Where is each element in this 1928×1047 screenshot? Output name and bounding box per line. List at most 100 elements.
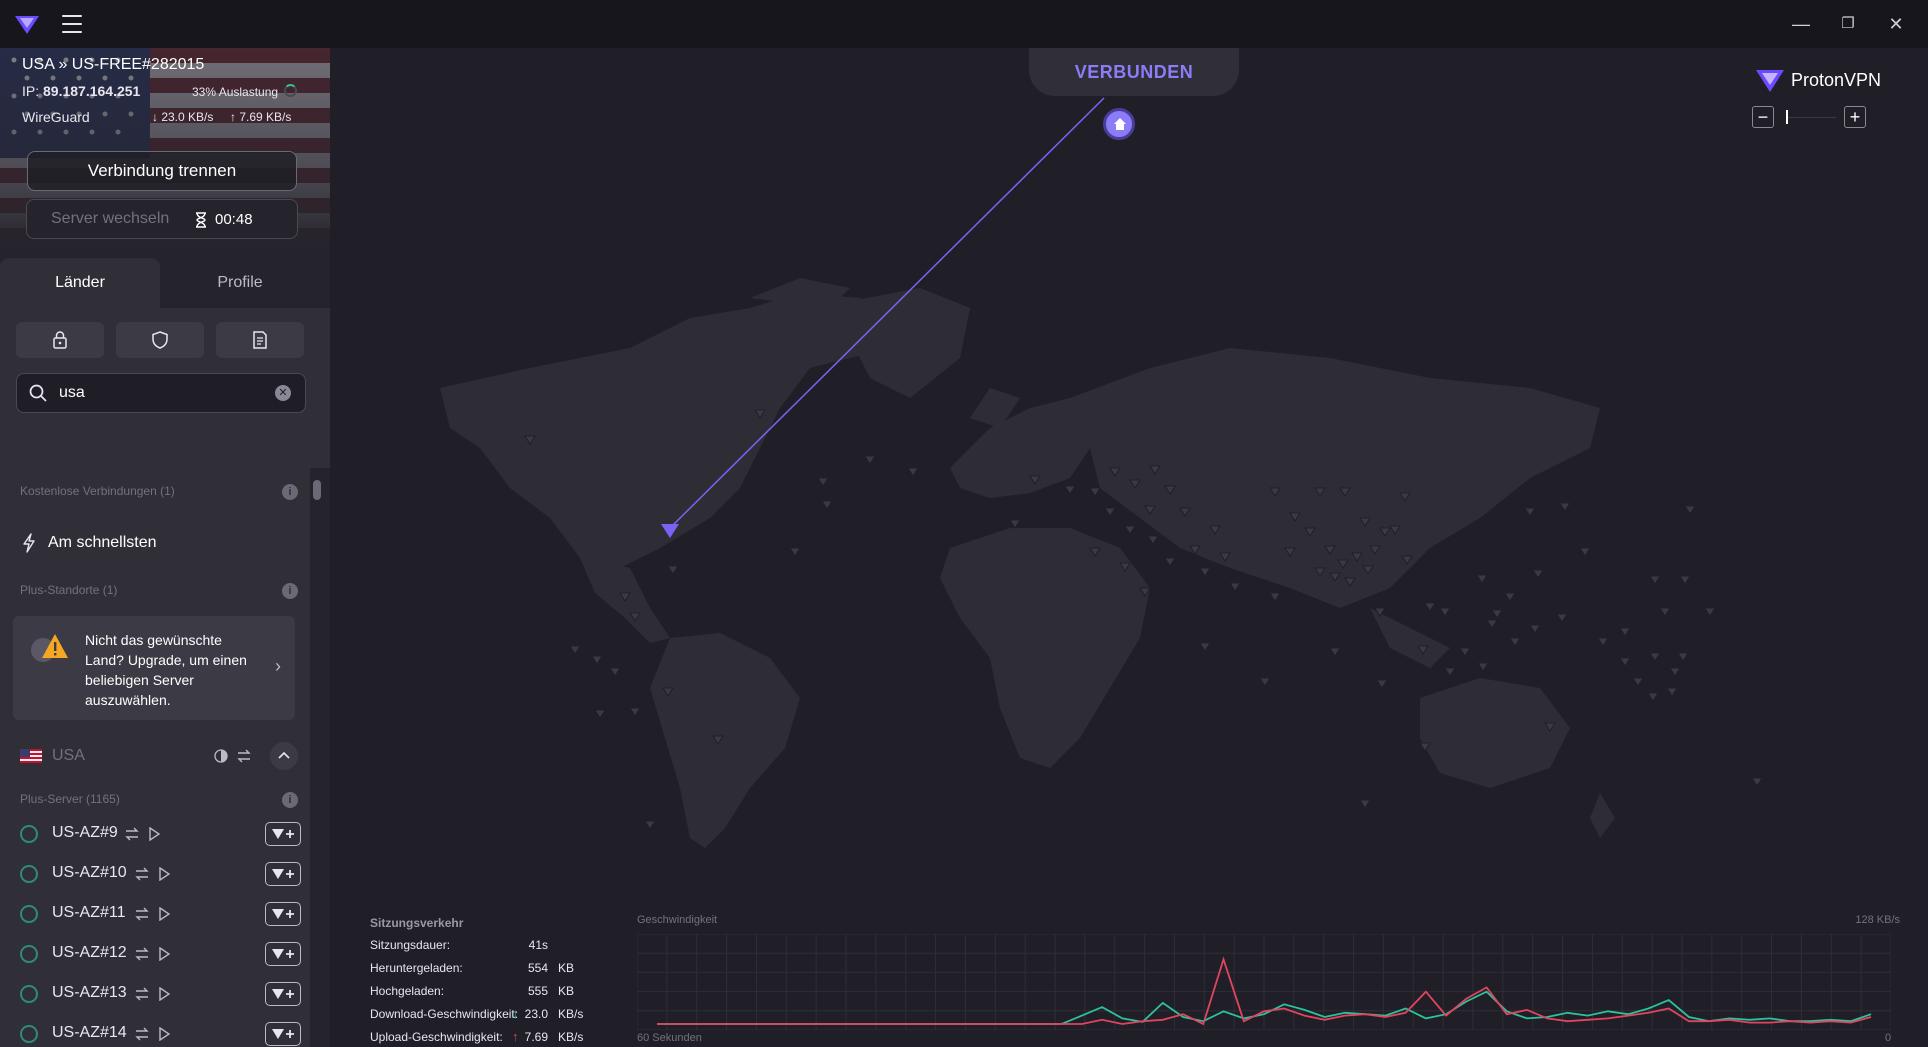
upgrade-server-button[interactable] [265, 902, 301, 926]
info-icon[interactable]: i [282, 583, 298, 599]
zoom-in-button[interactable]: + [1844, 106, 1866, 128]
sidebar-tabs: Länder Profile [0, 258, 330, 308]
info-icon[interactable]: i [282, 792, 298, 808]
connected-server-name: USA » US-FREE#282015 [22, 56, 205, 73]
zoom-out-button[interactable]: − [1752, 106, 1774, 128]
stat-unit: KB/s [558, 1007, 584, 1021]
protonvpn-logo-icon [1756, 70, 1784, 92]
p2p-icon [237, 749, 251, 763]
stat-value: 7.69 [524, 1030, 548, 1044]
stat-row: Heruntergeladen: 554 KB [370, 961, 590, 979]
streaming-icon [158, 987, 170, 1001]
chart-title: Geschwindigkeit [637, 914, 718, 926]
netshield-filter-button[interactable] [116, 322, 204, 358]
search-icon [29, 384, 47, 402]
server-row[interactable]: US-AZ#9 [0, 814, 310, 854]
server-load-icon [20, 985, 38, 1003]
upgrade-banner[interactable]: Nicht das gewünschte Land? Upgrade, um e… [13, 616, 295, 720]
p2p-icon [134, 1027, 149, 1041]
upgrade-server-button[interactable] [265, 1022, 301, 1046]
close-button[interactable]: ✕ [1884, 12, 1908, 36]
upgrade-banner-text: Nicht das gewünschte Land? Upgrade, um e… [85, 632, 247, 708]
country-name: USA [52, 747, 85, 764]
warning-globe-icon [31, 634, 68, 662]
plus-upgrade-icon [272, 869, 294, 879]
zoom-slider[interactable] [1786, 108, 1836, 126]
plus-upgrade-icon [272, 1029, 294, 1039]
plus-upgrade-icon [272, 949, 294, 959]
disconnect-button[interactable]: Verbindung trennen [27, 151, 297, 191]
server-row[interactable]: US-AZ#13 [0, 974, 310, 1014]
server-load: 33% Auslastung [192, 85, 279, 99]
stat-arrow-icon: ↑ [512, 1029, 519, 1044]
stat-label: Heruntergeladen: [370, 961, 463, 975]
title-bar: — ❐ ✕ [0, 0, 1928, 48]
scrollbar-track[interactable] [312, 468, 322, 1047]
filter-panel: ✕ [0, 308, 330, 468]
upgrade-server-button[interactable] [265, 862, 301, 886]
server-row[interactable]: US-AZ#12 [0, 934, 310, 974]
upgrade-server-button[interactable] [265, 982, 301, 1006]
server-name: US-AZ#11 [52, 904, 126, 921]
p2p-filter-button[interactable] [216, 322, 304, 358]
lightning-icon [23, 533, 35, 553]
server-row[interactable]: US-AZ#10 [0, 854, 310, 894]
chart-y-max-label: 128 KB/s [1855, 914, 1900, 926]
tab-countries[interactable]: Länder [0, 258, 160, 308]
minimize-button[interactable]: — [1789, 12, 1813, 36]
upgrade-server-button[interactable] [265, 822, 301, 846]
world-map [440, 97, 1763, 848]
secure-core-filter-button[interactable] [16, 322, 104, 358]
document-icon [253, 331, 267, 349]
switch-server-button[interactable]: Server wechseln 00:48 [26, 199, 298, 239]
stat-unit: KB [558, 961, 575, 975]
home-location-marker[interactable] [1103, 108, 1135, 140]
stat-row: Hochgeladen: 555 KB [370, 984, 590, 1002]
upgrade-server-button[interactable] [265, 942, 301, 966]
hourglass-icon [196, 212, 206, 228]
protonvpn-window: — ❐ ✕ USA » US-FREE#282015 IP: 89.187.16… [0, 0, 1928, 1047]
shield-icon [152, 331, 168, 349]
free-connections-header: Kostenlose Verbindungen (1) [20, 484, 175, 498]
zoom-slider-knob[interactable] [1786, 110, 1788, 124]
stat-value: 41s [528, 938, 548, 952]
country-row-usa[interactable]: USA [0, 738, 310, 774]
stat-value: 23.0 [524, 1007, 548, 1021]
chart-x-start-label: 60 Sekunden [637, 1032, 702, 1044]
scrollbar-thumb[interactable] [313, 480, 321, 500]
tab-profiles[interactable]: Profile [160, 258, 320, 308]
brand-name: ProtonVPN [1791, 70, 1882, 90]
p2p-icon [134, 907, 149, 921]
tor-icon [214, 749, 228, 763]
lock-icon [53, 331, 67, 349]
stat-row: Upload-Geschwindigkeit: ↑ 7.69 KB/s [370, 1029, 590, 1047]
plus-servers-header: Plus-Server (1165) [20, 792, 120, 806]
ip-address: IP: 89.187.164.251 [22, 83, 141, 99]
server-name: US-AZ#9 [52, 824, 118, 841]
server-row[interactable]: US-AZ#11 [0, 894, 310, 934]
hamburger-menu-icon[interactable] [62, 15, 82, 33]
stat-label: Download-Geschwindigkeit: [370, 1007, 519, 1021]
chevron-right-icon: › [275, 656, 281, 676]
server-row[interactable]: US-AZ#14 [0, 1014, 310, 1047]
stat-label: Upload-Geschwindigkeit: [370, 1030, 503, 1044]
maximize-button[interactable]: ❐ [1836, 12, 1860, 36]
stat-label: Sitzungsdauer: [370, 938, 451, 952]
plus-upgrade-icon [272, 909, 294, 919]
stat-label: Hochgeladen: [370, 984, 445, 998]
fastest-server-item[interactable]: Am schnellsten [20, 528, 290, 558]
protocol-label: WireGuard [22, 109, 90, 125]
p2p-icon [134, 867, 149, 881]
server-load-icon [20, 865, 38, 883]
clear-search-icon[interactable]: ✕ [275, 385, 291, 401]
collapse-country-button[interactable] [270, 742, 298, 770]
chart-x-end-label: 0 [1885, 1032, 1892, 1044]
stat-arrow-icon: ↓ [512, 1006, 519, 1021]
fastest-server-label: Am schnellsten [48, 534, 157, 551]
info-icon[interactable]: i [282, 484, 298, 500]
server-load-icon [20, 945, 38, 963]
home-icon [1114, 118, 1126, 130]
p2p-icon [134, 947, 149, 961]
search-input[interactable] [59, 382, 259, 404]
server-name: US-AZ#10 [52, 864, 127, 881]
